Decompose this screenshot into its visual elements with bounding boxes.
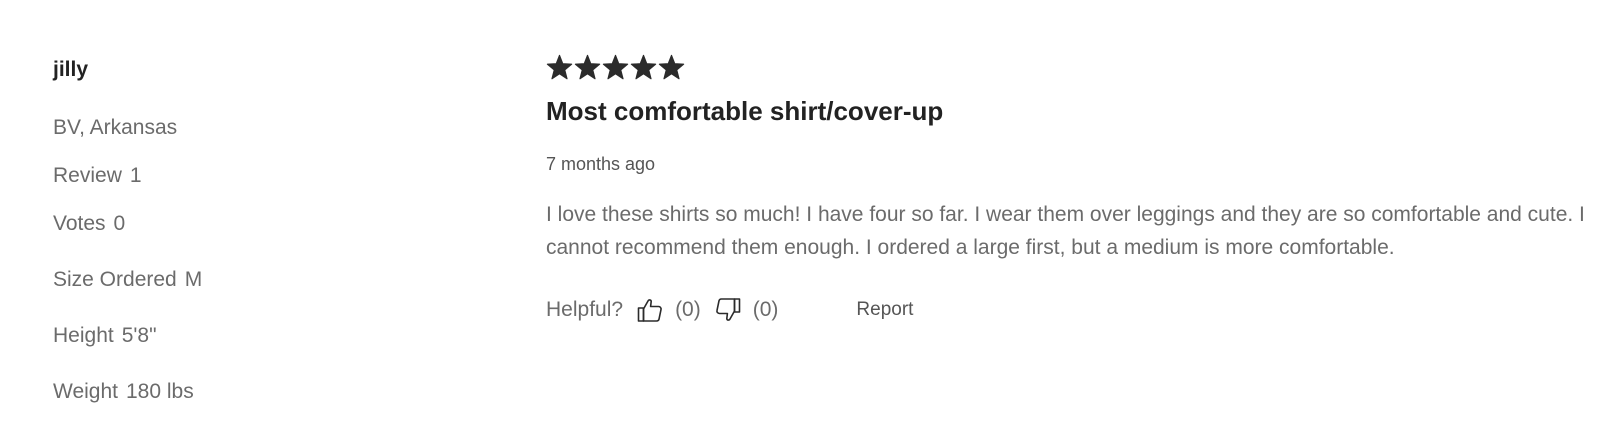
height-label: Height [53,324,114,347]
star-icon [630,54,657,80]
review-text: I love these shirts so much! I have four… [546,203,1585,259]
size-ordered-label: Size Ordered [53,268,177,291]
reviewer-size-ordered: Size Ordered M [53,268,202,292]
star-icon [658,54,685,80]
helpful-feedback: Helpful? (0) (0) Report [546,292,913,328]
thumbs-up-icon[interactable] [637,296,663,324]
review-card: jilly BV, Arkansas Review 1 Votes 0 Size O… [0,0,1624,448]
height-value: 5'8" [121,324,157,347]
votes-label: Votes [53,212,106,235]
star-icon [574,54,601,80]
thumbs-down-count: (0) [752,298,779,321]
thumbs-down-icon[interactable] [715,296,741,324]
weight-label: Weight [53,380,118,403]
review-count-value: 1 [129,164,142,187]
star-rating [546,52,685,88]
reviewer-name: jilly [53,58,89,81]
review-title: Most comfortable shirt/cover-up [546,96,944,126]
star-icon [546,54,573,80]
review-count-label: Review [53,164,122,187]
votes-value: 0 [113,212,126,235]
reviewer-review-count: Review 1 [53,164,142,188]
weight-value: 180 lbs [125,380,194,403]
reviewer-votes: Votes 0 [53,212,125,236]
reviewer-weight: Weight 180 lbs [53,380,194,404]
helpful-label: Helpful? [546,298,624,321]
reviewer-location: BV, Arkansas [53,116,178,139]
star-icon [602,54,629,80]
reviewer-height: Height 5'8" [53,324,157,348]
report-link[interactable]: Report [856,299,913,321]
size-ordered-value: M [184,268,203,291]
review-date: 7 months ago [546,154,656,174]
thumbs-up-count: (0) [675,298,701,321]
